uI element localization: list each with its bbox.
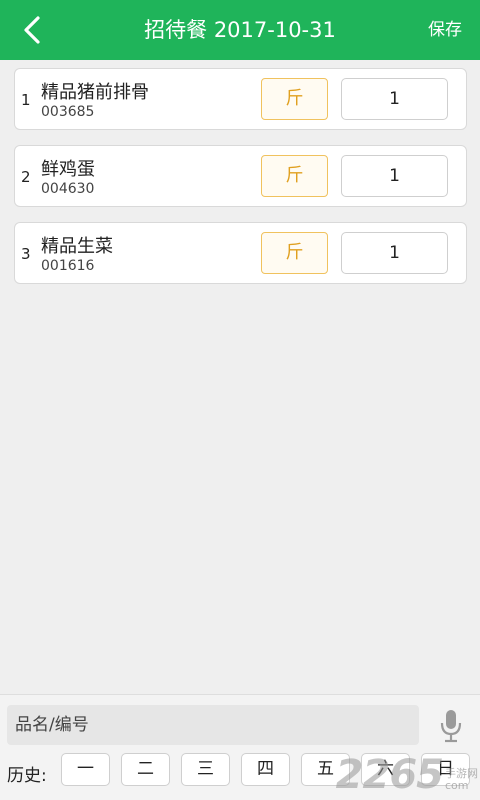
quantity-input[interactable]: 1	[341, 232, 448, 274]
item-index: 1	[21, 91, 31, 109]
search-input[interactable]	[7, 705, 419, 745]
day-button-wed[interactable]: 三	[181, 753, 230, 786]
quantity-input[interactable]: 1	[341, 78, 448, 120]
list-item: 2 鲜鸡蛋 004630 斤 1	[14, 145, 467, 207]
history-label: 历史:	[7, 766, 47, 786]
item-list: 1 精品猪前排骨 003685 斤 1 2 鲜鸡蛋 004630 斤 1 3 精…	[14, 68, 467, 299]
day-button-mon[interactable]: 一	[61, 753, 110, 786]
page-title: 招待餐 2017-10-31	[144, 18, 336, 42]
day-button-sat[interactable]: 六	[361, 753, 410, 786]
list-item: 1 精品猪前排骨 003685 斤 1	[14, 68, 467, 130]
list-item: 3 精品生菜 001616 斤 1	[14, 222, 467, 284]
day-button-tue[interactable]: 二	[121, 753, 170, 786]
item-name: 鲜鸡蛋	[41, 159, 95, 180]
top-bar: 招待餐 2017-10-31 保存	[0, 0, 480, 60]
voice-input-button[interactable]	[436, 707, 466, 745]
item-code: 004630	[41, 181, 95, 197]
save-button[interactable]: 保存	[428, 0, 462, 60]
item-index: 2	[21, 168, 31, 186]
day-button-fri[interactable]: 五	[301, 753, 350, 786]
item-index: 3	[21, 245, 31, 263]
unit-button[interactable]: 斤	[261, 155, 328, 197]
day-button-sun[interactable]: 日	[421, 753, 470, 786]
history-day-buttons: 一 二 三 四 五 六 日	[61, 753, 480, 786]
bottom-panel: 历史: 一 二 三 四 五 六 日	[0, 694, 480, 800]
item-code: 001616	[41, 258, 95, 274]
item-code: 003685	[41, 104, 95, 120]
day-button-thu[interactable]: 四	[241, 753, 290, 786]
item-name: 精品生菜	[41, 236, 113, 257]
microphone-icon	[440, 710, 462, 743]
item-name: 精品猪前排骨	[41, 82, 149, 103]
unit-button[interactable]: 斤	[261, 78, 328, 120]
unit-button[interactable]: 斤	[261, 232, 328, 274]
quantity-input[interactable]: 1	[341, 155, 448, 197]
